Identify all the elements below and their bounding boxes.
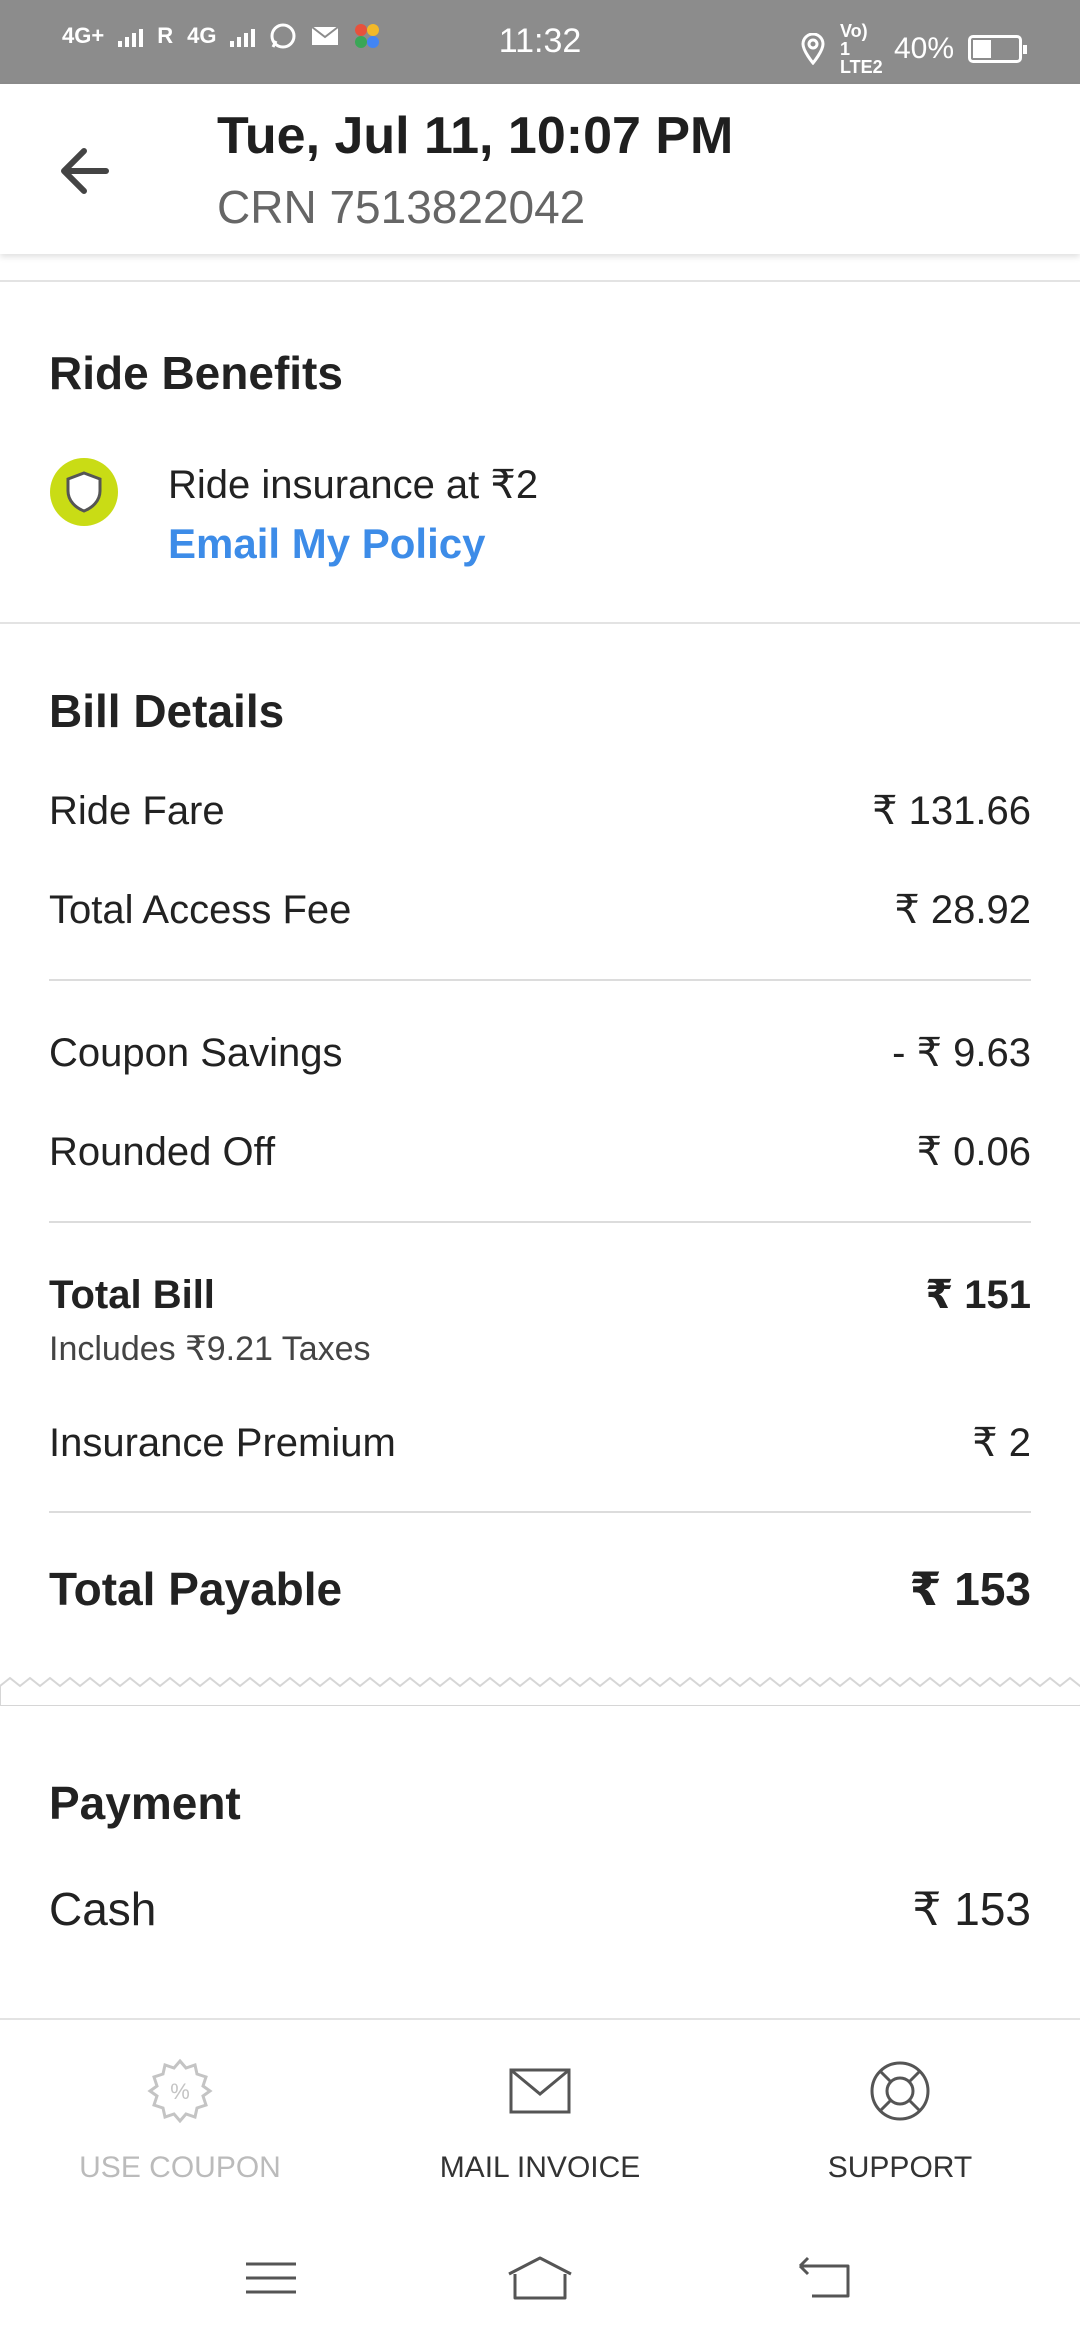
divider [49, 979, 1031, 981]
location-icon [801, 33, 825, 65]
payment-row: Cash ₹ 153 [49, 1882, 1031, 1936]
top-app-bar: Tue, Jul 11, 10:07 PM CRN 7513822042 [0, 84, 1080, 254]
home-icon[interactable] [505, 2248, 575, 2308]
support-label: SUPPORT [827, 2151, 973, 2184]
rounded-off-label: Rounded Off [49, 1130, 276, 1174]
use-coupon-button[interactable]: % USE COUPON [40, 2056, 320, 2185]
lifebuoy-icon [870, 2061, 930, 2121]
divider [0, 280, 1080, 282]
coupon-savings-row: Coupon Savings - ₹ 9.63 [49, 1030, 1031, 1076]
insurance-premium-label: Insurance Premium [49, 1421, 396, 1465]
rounded-off-row: Rounded Off ₹ 0.06 [49, 1129, 1031, 1175]
rounded-off-value: ₹ 0.06 [916, 1130, 1031, 1174]
insurance-text: Ride insurance at ₹2 [168, 463, 539, 507]
ride-date-title: Tue, Jul 11, 10:07 PM [217, 107, 734, 165]
status-right-icons: Vo) 1 LTE2 40% [800, 21, 1027, 77]
status-bar: 4G+ R 4G 11:32 Vo) 1 LTE2 40% [0, 0, 1080, 84]
coupon-savings-value: - ₹ 9.63 [892, 1031, 1031, 1075]
back-nav-icon[interactable] [790, 2248, 860, 2308]
mail-icon [509, 2068, 571, 2114]
bill-details-title: Bill Details [49, 685, 285, 737]
bottom-actions: % USE COUPON MAIL INVOICE SUPPORT [0, 2018, 1080, 2218]
payment-amount: ₹ 153 [912, 1883, 1031, 1935]
shield-icon [50, 458, 118, 526]
total-payable-row: Total Payable ₹ 153 [49, 1562, 1031, 1616]
payment-method: Cash [49, 1883, 157, 1935]
mail-invoice-label: MAIL INVOICE [439, 2151, 641, 2184]
insurance-premium-row: Insurance Premium ₹ 2 [49, 1420, 1031, 1466]
email-policy-link[interactable]: Email My Policy [168, 520, 485, 568]
taxes-note: Includes ₹9.21 Taxes [49, 1330, 371, 1368]
total-payable-value: ₹ 153 [909, 1563, 1031, 1615]
battery-fill [973, 40, 991, 58]
coupon-icon: % [147, 2058, 213, 2124]
svg-text:%: % [170, 2079, 190, 2104]
battery-percent: 40% [893, 32, 954, 65]
total-bill-row: Total Bill ₹ 151 [49, 1272, 1031, 1318]
access-fee-row: Total Access Fee ₹ 28.92 [49, 887, 1031, 933]
ride-fare-label: Ride Fare [49, 789, 225, 833]
total-bill-value: ₹ 151 [925, 1273, 1031, 1317]
ride-fare-value: ₹ 131.66 [872, 789, 1031, 833]
coupon-savings-label: Coupon Savings [49, 1031, 343, 1075]
use-coupon-label: USE COUPON [79, 2151, 281, 2184]
crn-number: CRN 7513822042 [217, 181, 586, 233]
mail-invoice-button[interactable]: MAIL INVOICE [400, 2056, 680, 2185]
volte-label: Vo) 1 LTE2 [839, 21, 883, 77]
divider [49, 1511, 1031, 1513]
payment-title: Payment [49, 1777, 241, 1829]
battery-icon [968, 35, 1027, 63]
access-fee-value: ₹ 28.92 [894, 888, 1031, 932]
divider [49, 1221, 1031, 1223]
support-button[interactable]: SUPPORT [760, 2056, 1040, 2185]
total-bill-label: Total Bill [49, 1273, 215, 1317]
menu-icon[interactable] [236, 2248, 306, 2308]
insurance-premium-value: ₹ 2 [972, 1421, 1031, 1465]
ride-fare-row: Ride Fare ₹ 131.66 [49, 788, 1031, 834]
total-payable-label: Total Payable [49, 1563, 343, 1615]
system-nav-bar [0, 2218, 1080, 2340]
divider [0, 622, 1080, 624]
access-fee-label: Total Access Fee [49, 888, 352, 932]
ride-benefits-title: Ride Benefits [49, 347, 343, 399]
back-arrow-icon[interactable] [50, 136, 120, 206]
receipt-tear-edge [0, 1676, 1080, 1706]
